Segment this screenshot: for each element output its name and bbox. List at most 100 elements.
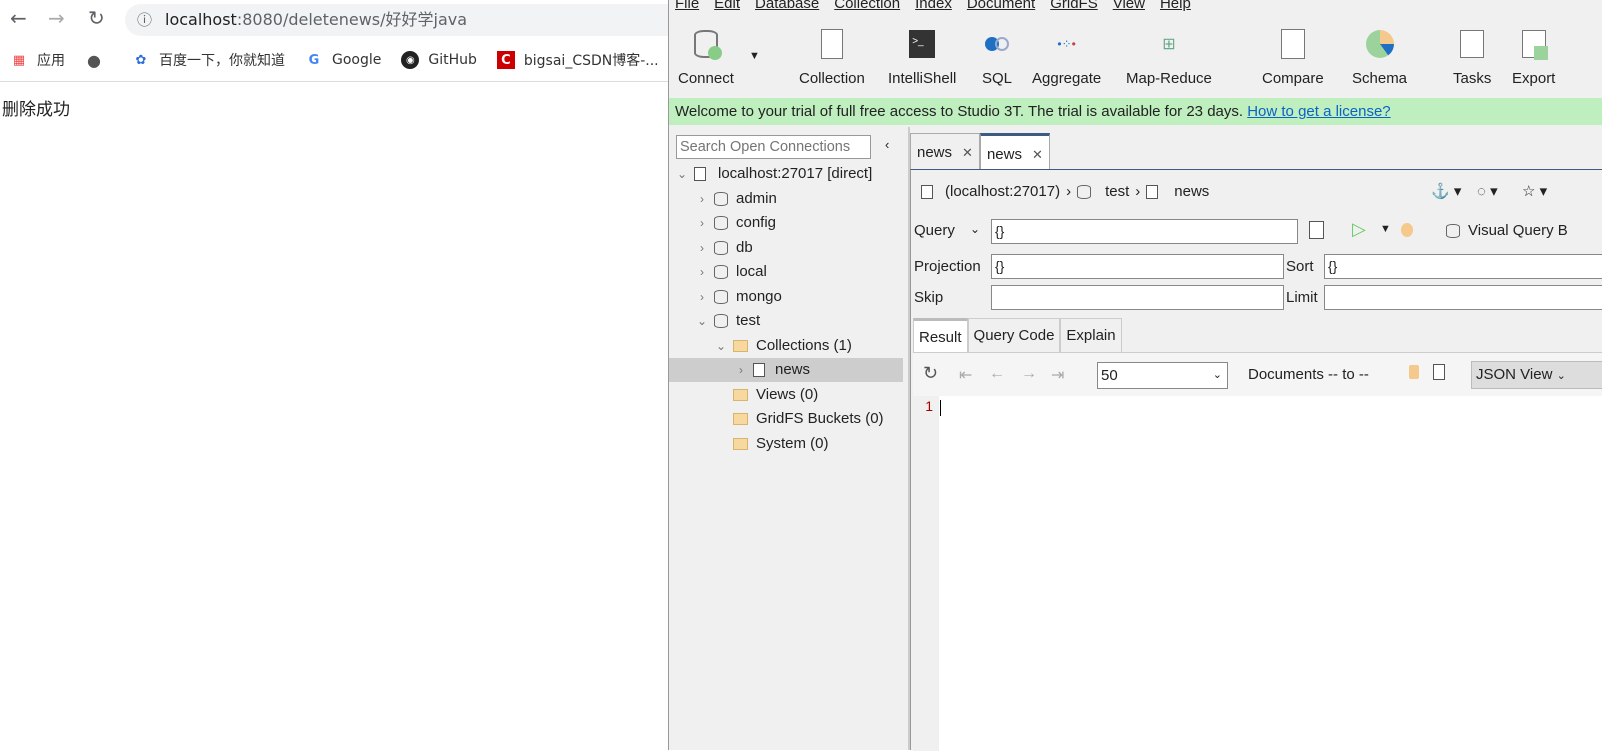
- menu-edit[interactable]: Edit: [714, 0, 740, 12]
- tree-label: Views (0): [756, 385, 819, 403]
- tree-db-local[interactable]: › local: [669, 260, 903, 284]
- address-bar[interactable]: ⓘ localhost:8080/deletenews/好好学java: [125, 4, 685, 36]
- anchor-icon[interactable]: ⚓ ▾: [1431, 182, 1461, 200]
- intellishell-button[interactable]: >_ IntelliShell: [888, 28, 956, 87]
- bookmark-google[interactable]: G Google: [305, 51, 382, 69]
- tab-news-2[interactable]: news ✕: [979, 133, 1050, 170]
- menu-help[interactable]: Help: [1160, 0, 1191, 12]
- aggregate-button[interactable]: •⁘ • Aggregate: [1032, 28, 1101, 87]
- tree-gridfs-folder[interactable]: GridFS Buckets (0): [669, 407, 903, 431]
- chevron-right-icon[interactable]: ›: [696, 211, 708, 235]
- chevron-down-icon[interactable]: ⌄: [715, 334, 727, 358]
- menu-file[interactable]: File: [675, 0, 699, 12]
- bookmark-apps[interactable]: ▦ 应用: [10, 50, 65, 70]
- menu-gridfs[interactable]: GridFS: [1050, 0, 1098, 12]
- export-button[interactable]: Export: [1512, 28, 1555, 87]
- chevron-right-icon[interactable]: ›: [696, 285, 708, 309]
- tree-connection[interactable]: ⌄ localhost:27017 [direct]: [669, 162, 903, 186]
- connect-button[interactable]: Connect: [678, 28, 734, 87]
- bookmark-csdn[interactable]: Cbigsai_CSDN博客-...: [496, 50, 659, 70]
- breadcrumb-db[interactable]: test: [1105, 183, 1129, 200]
- skip-input[interactable]: [991, 285, 1284, 310]
- menu-collection[interactable]: Collection: [834, 0, 900, 12]
- tree-collections-folder[interactable]: ⌄ Collections (1): [669, 334, 903, 358]
- page-size-select[interactable]: 50 ⌄: [1097, 362, 1228, 389]
- star-icon[interactable]: ☆ ▾: [1522, 182, 1547, 200]
- chevron-down-icon[interactable]: ⌄: [676, 162, 688, 186]
- limit-input[interactable]: [1324, 285, 1602, 310]
- collection-button[interactable]: Collection: [799, 28, 865, 87]
- tree-system-folder[interactable]: System (0): [669, 432, 903, 456]
- menu-database[interactable]: Database: [755, 0, 819, 12]
- query-history-dropdown-icon[interactable]: ⌄: [970, 222, 980, 236]
- chevron-right-icon[interactable]: ›: [696, 260, 708, 284]
- sql-button[interactable]: SQL: [982, 28, 1012, 87]
- bookmark-github[interactable]: ◉ GitHub: [401, 51, 477, 69]
- tasks-button[interactable]: Tasks: [1453, 28, 1491, 87]
- chevron-right-icon[interactable]: ›: [696, 187, 708, 211]
- lock-icon[interactable]: [1409, 365, 1419, 379]
- info-icon[interactable]: ⓘ: [137, 4, 152, 36]
- bookmark-globe[interactable]: ●: [85, 51, 112, 70]
- previous-page-icon[interactable]: ←: [989, 365, 1005, 383]
- close-icon[interactable]: ✕: [962, 145, 973, 160]
- license-link[interactable]: How to get a license?: [1247, 103, 1390, 120]
- tab-explain[interactable]: Explain: [1060, 318, 1122, 352]
- run-dropdown-icon[interactable]: ▼: [1380, 223, 1391, 235]
- breadcrumb-connection[interactable]: (localhost:27017): [945, 183, 1060, 200]
- chevron-down-icon[interactable]: ⌄: [696, 309, 708, 333]
- query-input[interactable]: {}: [991, 219, 1298, 244]
- folder-icon: [733, 413, 748, 425]
- first-page-icon[interactable]: ⇤: [959, 365, 972, 385]
- refresh-icon[interactable]: ↻: [923, 363, 938, 384]
- chevron-right-icon[interactable]: ›: [696, 236, 708, 260]
- tab-query-code[interactable]: Query Code: [967, 318, 1061, 352]
- connect-dropdown-icon[interactable]: ▼: [749, 50, 760, 62]
- folder-icon: [733, 388, 748, 401]
- tree-collection-news[interactable]: › news: [669, 358, 903, 382]
- tree-db-db[interactable]: › db: [669, 236, 903, 260]
- tab-news-1[interactable]: news ✕: [910, 133, 980, 170]
- tree-db-test[interactable]: ⌄ test: [669, 309, 903, 333]
- json-editor[interactable]: 1: [913, 396, 1602, 751]
- view-mode-select[interactable]: JSON View ⌄: [1471, 361, 1602, 389]
- run-query-icon[interactable]: ▷: [1352, 219, 1366, 240]
- menu-index[interactable]: Index: [915, 0, 952, 12]
- chevron-right-icon[interactable]: ›: [735, 358, 747, 382]
- add-document-icon[interactable]: [1433, 364, 1445, 380]
- last-page-icon[interactable]: ⇥: [1051, 365, 1064, 385]
- baidu-paw-icon: ✿: [135, 52, 147, 68]
- menu-view[interactable]: View: [1113, 0, 1145, 12]
- compare-button[interactable]: Compare: [1262, 28, 1324, 87]
- forward-button[interactable]: →: [48, 6, 65, 30]
- query-options-icon[interactable]: [1309, 221, 1324, 239]
- next-page-icon[interactable]: →: [1021, 365, 1037, 383]
- schema-pie-icon: [1365, 28, 1395, 60]
- search-connections-input[interactable]: [676, 135, 871, 159]
- close-icon[interactable]: ✕: [1032, 147, 1043, 162]
- tree-db-admin[interactable]: › admin: [669, 187, 903, 211]
- breadcrumb-collection[interactable]: news: [1174, 183, 1209, 200]
- bookmarks-bar: ▦ 应用 ● ✿ 百度一下，你就知道 G Google ◉ GitHub Cbigsai…: [0, 44, 668, 76]
- tree-db-config[interactable]: › config: [669, 211, 903, 235]
- reload-button[interactable]: ↻: [88, 6, 105, 30]
- lightbulb-icon[interactable]: [1401, 223, 1413, 237]
- map-reduce-button[interactable]: ⊞ Map-Reduce: [1126, 28, 1212, 87]
- tab-result[interactable]: Result: [913, 318, 968, 352]
- projection-input[interactable]: {}: [991, 254, 1284, 279]
- back-button[interactable]: ←: [10, 6, 27, 30]
- menu-document[interactable]: Document: [967, 0, 1035, 12]
- tree-views-folder[interactable]: Views (0): [669, 383, 903, 407]
- visual-query-builder-button[interactable]: Visual Query B: [1446, 222, 1568, 239]
- bookmark-baidu[interactable]: ✿ 百度一下，你就知道: [132, 50, 285, 70]
- page-size-value: 50: [1101, 367, 1118, 384]
- database-icon: [714, 289, 728, 304]
- sort-input[interactable]: {}: [1324, 254, 1602, 279]
- tree-db-mongo[interactable]: › mongo: [669, 285, 903, 309]
- tree-label: localhost:27017 [direct]: [718, 165, 873, 182]
- chevron-right-icon: ›: [1135, 183, 1141, 200]
- collapse-panel-icon[interactable]: ‹: [885, 137, 889, 152]
- schema-button[interactable]: Schema: [1352, 28, 1407, 87]
- database-connect-icon: [691, 28, 722, 60]
- history-icon[interactable]: ◌ ▾: [1477, 182, 1498, 200]
